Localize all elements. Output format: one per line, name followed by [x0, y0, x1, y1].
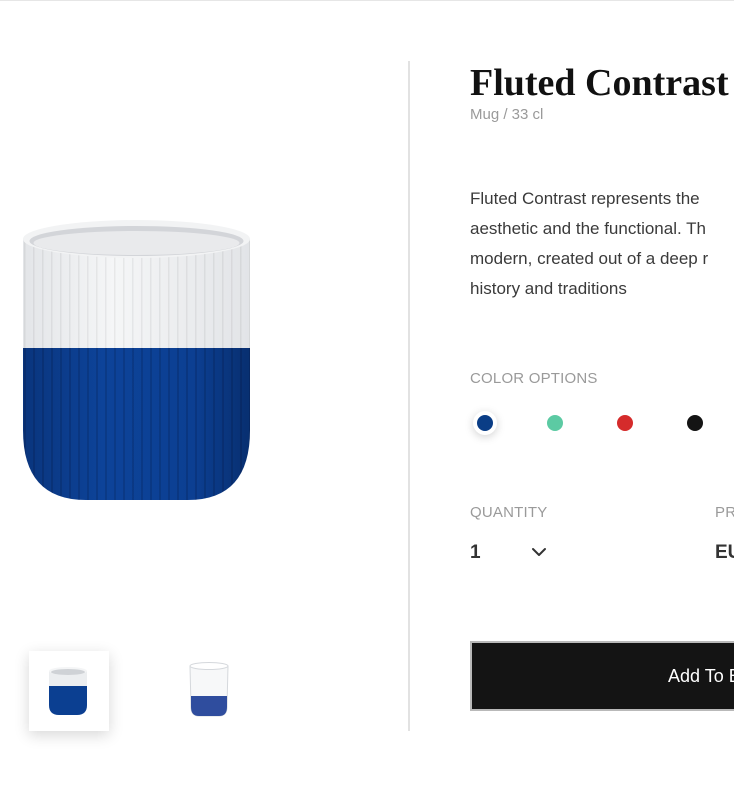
quantity-value: 1	[470, 542, 481, 563]
color-options-label: COLOR OPTIONS	[470, 370, 598, 387]
product-subtitle: Mug / 33 cl	[470, 106, 544, 123]
description-line: modern, created out of a deep r	[470, 249, 709, 268]
product-description: Fluted Contrast represents the aesthetic…	[470, 184, 734, 304]
glass-mug-thumbnail-icon	[189, 662, 229, 717]
quantity-select[interactable]: 1	[470, 540, 552, 568]
vertical-divider	[408, 61, 410, 731]
description-line: Fluted Contrast represents the	[470, 189, 700, 208]
description-line: history and traditions	[470, 279, 627, 298]
chevron-down-icon	[532, 548, 546, 556]
color-swatch-black[interactable]	[687, 415, 703, 431]
product-main-image	[18, 212, 258, 508]
quantity-label: QUANTITY	[470, 504, 548, 521]
mug-blue-white-image	[23, 220, 250, 500]
product-title: Fluted Contrast	[470, 62, 729, 104]
price-label: PR	[715, 504, 734, 521]
color-swatch-green[interactable]	[547, 415, 563, 431]
price-value: EU	[715, 542, 734, 563]
header-divider	[0, 0, 734, 1]
thumbnail-glass-mug[interactable]	[169, 651, 249, 731]
add-to-basket-button[interactable]: Add To B	[470, 641, 734, 711]
thumbnail-blue-mug[interactable]	[29, 651, 109, 731]
description-line: aesthetic and the functional. Th	[470, 219, 706, 238]
color-swatch-blue[interactable]	[477, 415, 493, 431]
mug-thumbnail-icon	[49, 667, 87, 715]
product-page: Fluted Contrast Mug / 33 cl Fluted Contr…	[0, 0, 734, 797]
color-swatch-red[interactable]	[617, 415, 633, 431]
